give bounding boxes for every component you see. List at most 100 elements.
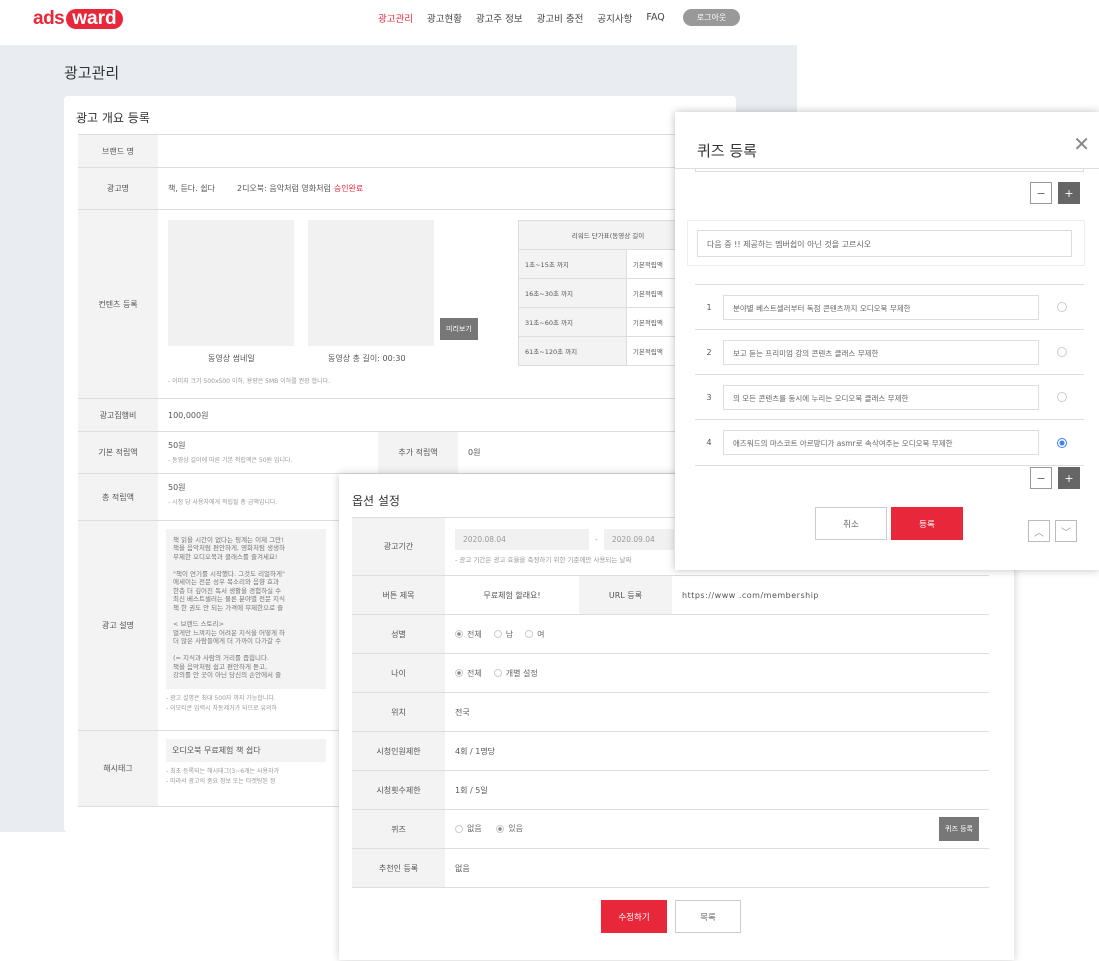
options-title: 옵션 설정 (352, 494, 400, 508)
btn-title-label: 버튼 제목 (352, 576, 445, 614)
question-input[interactable]: 다음 중 !! 제공하는 멤버쉽이 아닌 것을 고르시오 (697, 230, 1072, 257)
logo[interactable]: ads ward (33, 8, 123, 30)
location-row: 위치 전국 (352, 693, 989, 732)
radio-icon (455, 824, 463, 833)
nav-notice[interactable]: 공지사항 (597, 11, 632, 25)
nav-faq[interactable]: FAQ (646, 12, 664, 23)
nav-advertiser-info[interactable]: 광고주 정보 (476, 11, 523, 25)
btn-title-value[interactable]: 무료체험 할래요! (445, 576, 579, 614)
video-image[interactable] (308, 220, 434, 346)
limit-value: 4회 / 1명당 (455, 746, 496, 756)
radio-icon (496, 824, 505, 833)
page-title: 광고관리 (64, 64, 120, 82)
answer-radio[interactable] (1056, 392, 1067, 402)
content-note: - 이미지 크기 500x500 이하, 용량은 5MB 이하를 권장 합니다. (168, 378, 331, 385)
nav-charge[interactable]: 광고비 충전 (537, 11, 584, 25)
budget-value: 100,000원 (168, 410, 209, 420)
quiz-row: 퀴즈 없음 있음 퀴즈 등록 (352, 810, 989, 849)
age-options: 전체 개별 설정 (445, 654, 989, 692)
answer-radio[interactable] (1056, 347, 1067, 357)
radio-icon (493, 669, 502, 677)
answer-input[interactable]: 애즈워드의 마스코트 아르망디가 asmr로 속삭여주는 오디오북 무제한 (723, 430, 1039, 455)
date-end[interactable]: 2020.09.04 (603, 529, 674, 550)
age-custom[interactable]: 개별 설정 (493, 668, 538, 679)
logout-button[interactable]: 로그아웃 (682, 9, 741, 26)
nav-ad-manage[interactable]: 광고관리 (378, 11, 413, 25)
gender-female[interactable]: 여 (525, 629, 544, 640)
budget-label: 광고집행비 (78, 399, 158, 431)
brand-value[interactable] (158, 135, 698, 167)
date-range: 2020.08.04 - 2020.09.04 (455, 529, 674, 550)
section-title: 광고 개요 등록 (76, 111, 150, 125)
answer-number: 2 (706, 347, 712, 357)
list-button[interactable]: 목록 (675, 900, 741, 933)
answer-radio-selected[interactable] (1056, 437, 1067, 448)
cancel-button[interactable]: 취소 (815, 507, 887, 540)
gender-all[interactable]: 전체 (455, 629, 482, 640)
base-label: 기본 적립액 (78, 432, 158, 473)
extra-value: 0원 (468, 448, 481, 457)
arrow-down-icon[interactable]: ﹀ (1055, 520, 1077, 542)
extra-label: 추가 적립액 (378, 432, 458, 473)
quiz-yes[interactable]: 있음 (496, 823, 523, 834)
gender-female-label: 여 (537, 629, 545, 639)
base-note: - 동영상 길이에 따른 기본 적립액은 50원 입니다. (168, 457, 293, 464)
submit-button[interactable]: 수정하기 (601, 900, 667, 933)
hashtag-label: 해시태그 (78, 731, 158, 806)
content-row: 컨텐츠 등록 동영상 썸네일 동영상 총 길이: 00:30 미리보기 - 이미… (78, 210, 699, 399)
url-label: URL 등록 (579, 576, 672, 614)
button-title-row: 버튼 제목 무료체험 할래요! URL 등록 https://www .com/… (352, 576, 989, 615)
age-all-label: 전체 (467, 668, 482, 678)
desc-label: 광고 설명 (78, 521, 158, 730)
count-label: 시청횟수제한 (352, 771, 445, 809)
answer-radio-wrap (1039, 302, 1084, 312)
logo-badge: ward (66, 9, 123, 29)
adname-value: 책, 듣다. 쉽다 (168, 184, 215, 193)
logo-text: ads (33, 8, 65, 29)
plus-button[interactable]: + (1058, 467, 1080, 489)
url-value[interactable]: https://www .com/membership (672, 576, 989, 614)
period-note: - 광고 기간은 광고 효율을 측정하기 위한 기준에만 사용되는 날짜 (455, 556, 632, 564)
quiz-none-label: 없음 (467, 824, 482, 834)
register-button[interactable]: 등록 (891, 507, 963, 540)
limit-label: 시청인원제한 (352, 732, 445, 770)
gender-male[interactable]: 남 (493, 629, 513, 640)
age-all[interactable]: 전체 (455, 668, 482, 679)
ref-label: 추천인 등록 (352, 849, 445, 887)
quiz-wrap: 없음 있음 퀴즈 등록 (445, 810, 989, 848)
age-label: 나이 (352, 654, 445, 692)
preview-button[interactable]: 미리보기 (440, 318, 478, 340)
radio-icon (455, 669, 463, 677)
age-row: 나이 전체 개별 설정 (352, 654, 989, 693)
nav-ad-status[interactable]: 광고현황 (427, 11, 462, 25)
reward-range: 31초~60초 까지 (518, 307, 627, 337)
quiz-none[interactable]: 없음 (455, 823, 482, 834)
close-icon[interactable]: ✕ (1073, 132, 1090, 156)
answer-input[interactable]: 의 모든 콘텐츠를 동시에 누리는 오디오북 클래스 무제한 (723, 384, 1039, 410)
referrer-row: 추천인 등록 없음 (352, 849, 989, 888)
brand-label: 브랜드 명 (78, 135, 158, 167)
adname-status: 승인완료 (333, 184, 364, 193)
answer-row: 3 의 모든 콘텐츠를 동시에 누리는 오디오북 클래스 무제한 (695, 375, 1084, 420)
hashtag-input[interactable]: 오디오북 무료체험 책 쉽다 (166, 739, 326, 762)
date-start[interactable]: 2020.08.04 (455, 529, 589, 550)
minus-button[interactable]: − (1030, 467, 1052, 489)
gender-options: 전체 남 여 (445, 615, 989, 653)
quiz-register-button[interactable]: 퀴즈 등록 (939, 817, 979, 841)
ref-value: 없음 (455, 863, 470, 873)
answer-number: 4 (706, 438, 712, 447)
base-value-wrap: 50원 - 동영상 길이에 따른 기본 적립액은 50원 입니다. (158, 432, 308, 473)
thumbnail-image[interactable] (168, 220, 294, 346)
location-value: 전국 (455, 707, 470, 717)
answer-input[interactable]: 분야별 베스트셀러부터 독점 콘텐츠까지 오디오북 무제한 (723, 294, 1039, 320)
minus-button[interactable]: − (1030, 182, 1052, 204)
answer-input[interactable]: 보고 듣는 프리미엄 강의 콘텐츠 클래스 무제한 (723, 339, 1039, 365)
total-label: 총 적립액 (78, 474, 158, 520)
adname-label: 광고명 (78, 168, 158, 209)
base-value: 50원 (168, 441, 186, 450)
brand-row: 브랜드 명 (78, 135, 698, 168)
plus-button[interactable]: + (1058, 182, 1080, 204)
desc-textarea[interactable]: 책 읽을 시간이 없다는 핑계는 이제 그만! 책을 음악처럼 편안하게, 영화… (166, 529, 326, 689)
answer-radio[interactable] (1056, 302, 1067, 312)
arrow-up-icon[interactable]: ︿ (1028, 520, 1050, 542)
